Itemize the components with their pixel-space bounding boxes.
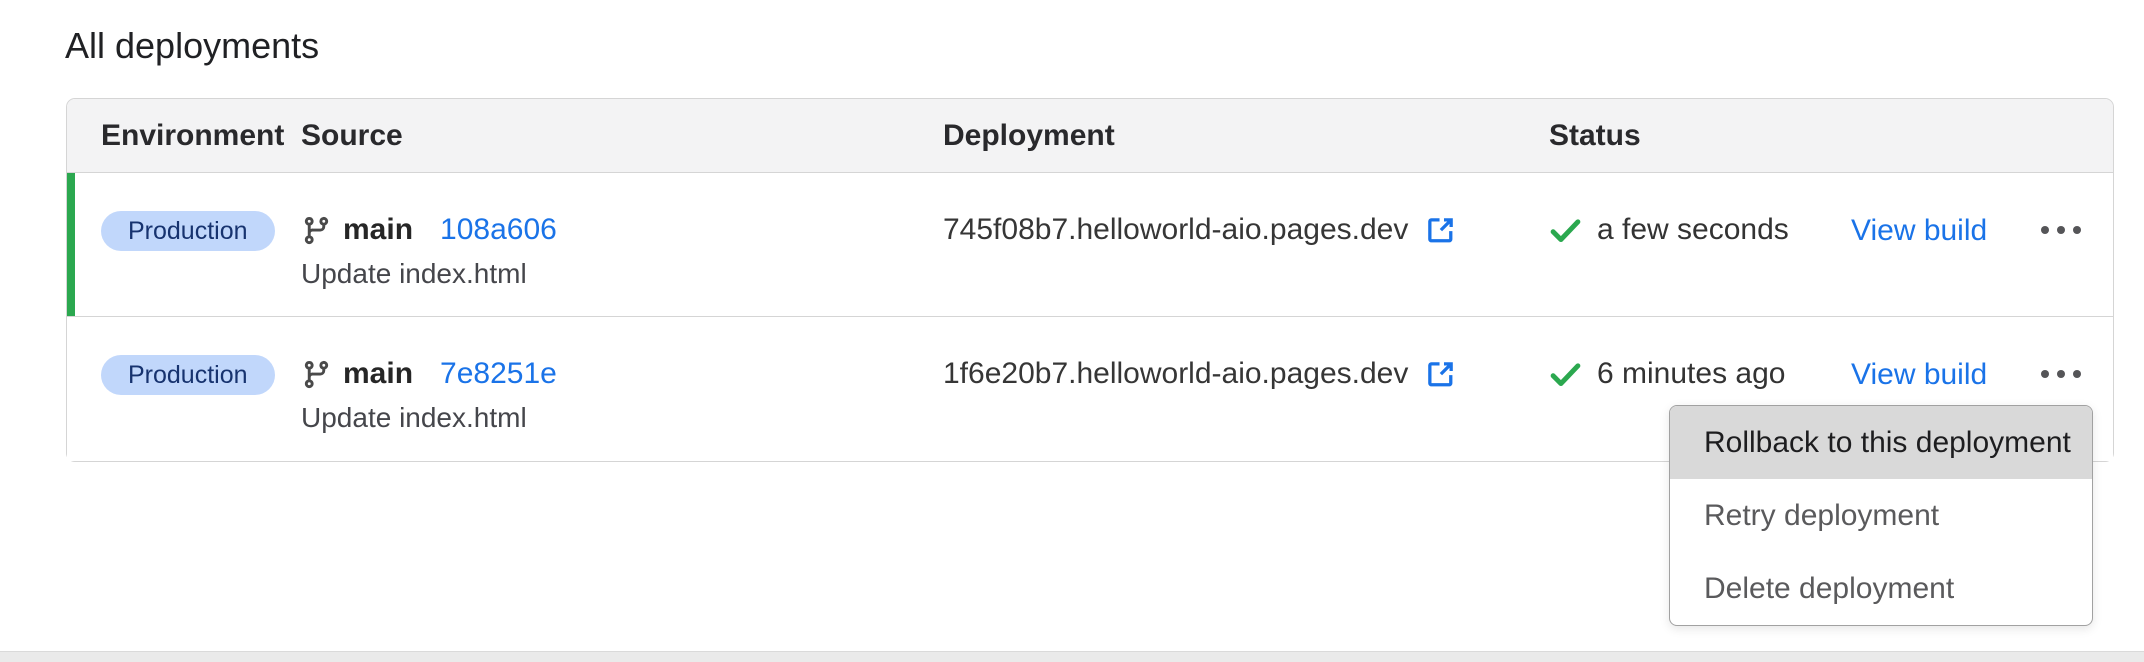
table-row-current-deployment: Production main 108a606 Update index.htm… xyxy=(67,173,2113,317)
branch-name: main xyxy=(343,357,413,391)
menu-item-rollback[interactable]: Rollback to this deployment xyxy=(1670,406,2092,479)
source-line: main 7e8251e xyxy=(301,353,943,395)
check-icon xyxy=(1549,358,1582,391)
external-link-icon[interactable] xyxy=(1425,359,1456,390)
menu-item-delete[interactable]: Delete deployment xyxy=(1670,552,2092,625)
deployment-cell: 1f6e20b7.helloworld-aio.pages.dev xyxy=(943,317,1549,461)
page-title: All deployments xyxy=(0,0,2144,66)
header-status: Status xyxy=(1549,119,1851,153)
more-options-button[interactable] xyxy=(2031,209,2091,251)
page-divider xyxy=(0,651,2144,662)
view-build-link[interactable]: View build xyxy=(1851,211,1987,251)
ellipsis-icon xyxy=(2041,370,2049,378)
ellipsis-icon xyxy=(2041,226,2049,234)
commit-link[interactable]: 108a606 xyxy=(440,213,557,247)
source-line: main 108a606 xyxy=(301,209,943,251)
status-text: a few seconds xyxy=(1597,213,1789,247)
source-cell: main 7e8251e Update index.html xyxy=(301,317,943,461)
branch-name: main xyxy=(343,213,413,247)
view-build-cell: View build xyxy=(1851,173,2031,316)
git-branch-icon xyxy=(301,215,332,246)
view-build-link[interactable]: View build xyxy=(1851,355,1987,395)
status-cell: a few seconds xyxy=(1549,173,1851,316)
status-line: a few seconds xyxy=(1549,209,1851,251)
check-icon xyxy=(1549,214,1582,247)
actions-cell xyxy=(2031,173,2113,316)
commit-message: Update index.html xyxy=(301,402,943,434)
status-text: 6 minutes ago xyxy=(1597,357,1785,391)
status-line: 6 minutes ago xyxy=(1549,353,1851,395)
deployment-cell: 745f08b7.helloworld-aio.pages.dev xyxy=(943,173,1549,316)
header-environment: Environment xyxy=(101,119,301,153)
deployment-line: 1f6e20b7.helloworld-aio.pages.dev xyxy=(943,353,1549,395)
table-header: Environment Source Deployment Status xyxy=(67,99,2113,173)
menu-item-retry[interactable]: Retry deployment xyxy=(1670,479,2092,552)
deployment-context-menu: Rollback to this deployment Retry deploy… xyxy=(1669,405,2093,626)
git-branch-icon xyxy=(301,359,332,390)
header-source: Source xyxy=(301,119,943,153)
environment-badge: Production xyxy=(101,211,275,251)
environment-badge: Production xyxy=(101,355,275,395)
commit-message: Update index.html xyxy=(301,258,943,290)
more-options-button[interactable] xyxy=(2031,353,2091,395)
deployment-line: 745f08b7.helloworld-aio.pages.dev xyxy=(943,209,1549,251)
environment-cell: Production xyxy=(101,173,301,316)
deployments-page: All deployments Environment Source Deplo… xyxy=(0,0,2144,662)
deployment-url: 745f08b7.helloworld-aio.pages.dev xyxy=(943,213,1408,247)
deployment-url: 1f6e20b7.helloworld-aio.pages.dev xyxy=(943,357,1408,391)
header-deployment: Deployment xyxy=(943,119,1549,153)
environment-cell: Production xyxy=(101,317,301,461)
commit-link[interactable]: 7e8251e xyxy=(440,357,557,391)
external-link-icon[interactable] xyxy=(1425,215,1456,246)
source-cell: main 108a606 Update index.html xyxy=(301,173,943,316)
